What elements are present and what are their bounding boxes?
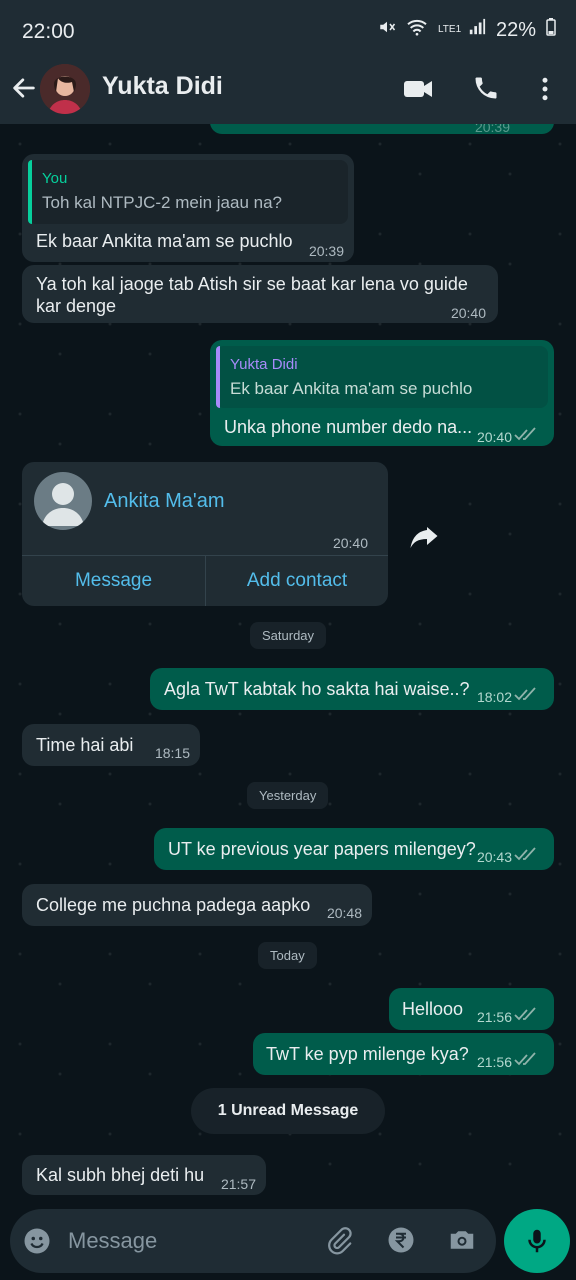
battery-icon xyxy=(546,18,556,42)
message-text: Unka phone number dedo na... xyxy=(224,417,473,437)
date-separator: Saturday xyxy=(250,622,327,649)
message-text-line1: Ya toh kal jaoge tab Atish sir se baat k… xyxy=(36,274,468,294)
attach-icon[interactable] xyxy=(324,1225,354,1257)
message-time: 20:40 xyxy=(332,535,368,551)
contact-card-name[interactable]: Ankita Ma'am xyxy=(104,490,225,512)
message-composer[interactable]: Message xyxy=(10,1209,496,1273)
unread-messages-banner: 1 Unread Message xyxy=(191,1088,385,1134)
message-bubble-incoming[interactable]: Time hai abi 18:15 xyxy=(22,724,200,766)
read-ticks-icon xyxy=(514,1051,540,1067)
message-text: College me puchna padega aapko xyxy=(36,895,311,915)
date-separator: Today xyxy=(258,942,317,969)
reply-sender: Yukta Didi xyxy=(230,356,298,373)
message-time: 20:48 xyxy=(326,905,362,921)
quoted-reply[interactable]: Yukta Didi Ek baar Ankita ma'am se puchl… xyxy=(216,346,548,408)
message-time: 20:40 xyxy=(476,429,512,445)
battery-percent: 22% xyxy=(495,18,536,41)
read-ticks-icon xyxy=(514,686,540,702)
reply-accent-bar xyxy=(216,346,220,408)
signal-icon xyxy=(468,18,486,42)
message-text: TwT ke pyp milenge kya? xyxy=(266,1044,469,1064)
camera-icon[interactable] xyxy=(446,1225,478,1255)
contact-name[interactable]: Yukta Didi xyxy=(102,72,223,101)
read-ticks-icon xyxy=(514,1006,540,1022)
message-time: 21:56 xyxy=(476,1009,512,1025)
menu-dots-icon[interactable] xyxy=(530,74,560,104)
reply-text: Ek baar Ankita ma'am se puchlo xyxy=(230,379,473,398)
reply-accent-bar xyxy=(28,160,32,224)
rupee-icon[interactable] xyxy=(386,1225,416,1255)
mic-icon xyxy=(522,1226,552,1261)
message-bubble-incoming[interactable]: Ya toh kal jaoge tab Atish sir se baat k… xyxy=(22,265,498,323)
message-bubble-outgoing-partial[interactable]: 20:39 xyxy=(210,124,554,135)
message-time: 20:40 xyxy=(450,305,486,321)
reply-sender: You xyxy=(42,170,68,187)
contact-card-avatar-icon xyxy=(34,472,92,530)
message-bubble-outgoing[interactable]: Yukta Didi Ek baar Ankita ma'am se puchl… xyxy=(210,340,554,446)
message-time: 20:43 xyxy=(476,849,512,865)
contact-card[interactable]: Ankita Ma'am 20:40 Message Add contact xyxy=(22,462,388,606)
back-arrow-icon[interactable] xyxy=(10,74,38,102)
message-input[interactable]: Message xyxy=(68,1228,157,1254)
message-text: Kal subh bhej deti hu xyxy=(36,1165,205,1185)
message-time: 20:39 xyxy=(474,124,510,135)
contact-avatar[interactable] xyxy=(40,64,90,114)
message-bubble-outgoing[interactable]: Agla TwT kabtak ho sakta hai waise..? 18… xyxy=(150,668,554,710)
date-separator: Yesterday xyxy=(247,782,329,809)
message-text: Agla TwT kabtak ho sakta hai waise..? xyxy=(164,679,470,699)
message-text: Ek baar Ankita ma'am se puchlo xyxy=(36,231,293,251)
message-contact-button[interactable]: Message xyxy=(22,556,205,606)
message-bubble-incoming[interactable]: College me puchna padega aapko 20:48 xyxy=(22,884,372,926)
message-bubble-outgoing[interactable]: UT ke previous year papers milengey? 20:… xyxy=(154,828,554,870)
message-time: 20:39 xyxy=(308,243,344,259)
status-bar: 22:00 LTE1 22% xyxy=(0,0,576,62)
chat-header: Yukta Didi xyxy=(0,62,576,124)
status-icons: LTE1 22% xyxy=(378,18,556,42)
status-time: 22:00 xyxy=(22,20,75,43)
message-text: Hellooo xyxy=(402,999,464,1019)
emoji-icon[interactable] xyxy=(22,1226,52,1256)
message-text-line2: kar denge xyxy=(36,296,117,316)
chat-area[interactable]: 20:39 You Toh kal NTPJC-2 mein jaau na? … xyxy=(0,124,576,1209)
forward-icon[interactable] xyxy=(406,518,442,554)
mic-button[interactable] xyxy=(504,1209,570,1273)
read-ticks-icon xyxy=(514,846,540,862)
message-bubble-outgoing[interactable]: TwT ke pyp milenge kya? 21:56 xyxy=(253,1033,554,1075)
message-bubble-incoming[interactable]: You Toh kal NTPJC-2 mein jaau na? Ek baa… xyxy=(22,154,354,262)
message-bubble-incoming[interactable]: Kal subh bhej deti hu 21:57 xyxy=(22,1155,266,1195)
read-ticks-icon xyxy=(514,426,540,442)
wifi-icon xyxy=(406,18,428,42)
message-time: 18:02 xyxy=(476,689,512,705)
phone-icon[interactable] xyxy=(472,74,502,104)
add-contact-button[interactable]: Add contact xyxy=(206,556,388,606)
video-call-icon[interactable] xyxy=(402,74,432,104)
message-text: UT ke previous year papers milengey? xyxy=(168,839,476,859)
message-time: 21:57 xyxy=(220,1176,256,1192)
message-time: 21:56 xyxy=(476,1054,512,1070)
message-text: Time hai abi xyxy=(36,735,134,755)
message-bubble-outgoing[interactable]: Hellooo 21:56 xyxy=(389,988,554,1030)
message-time: 18:15 xyxy=(154,745,190,761)
lte-label: LTE1 xyxy=(437,24,462,35)
reply-text: Toh kal NTPJC-2 mein jaau na? xyxy=(42,193,283,212)
mute-icon xyxy=(378,18,396,42)
quoted-reply[interactable]: You Toh kal NTPJC-2 mein jaau na? xyxy=(28,160,348,224)
